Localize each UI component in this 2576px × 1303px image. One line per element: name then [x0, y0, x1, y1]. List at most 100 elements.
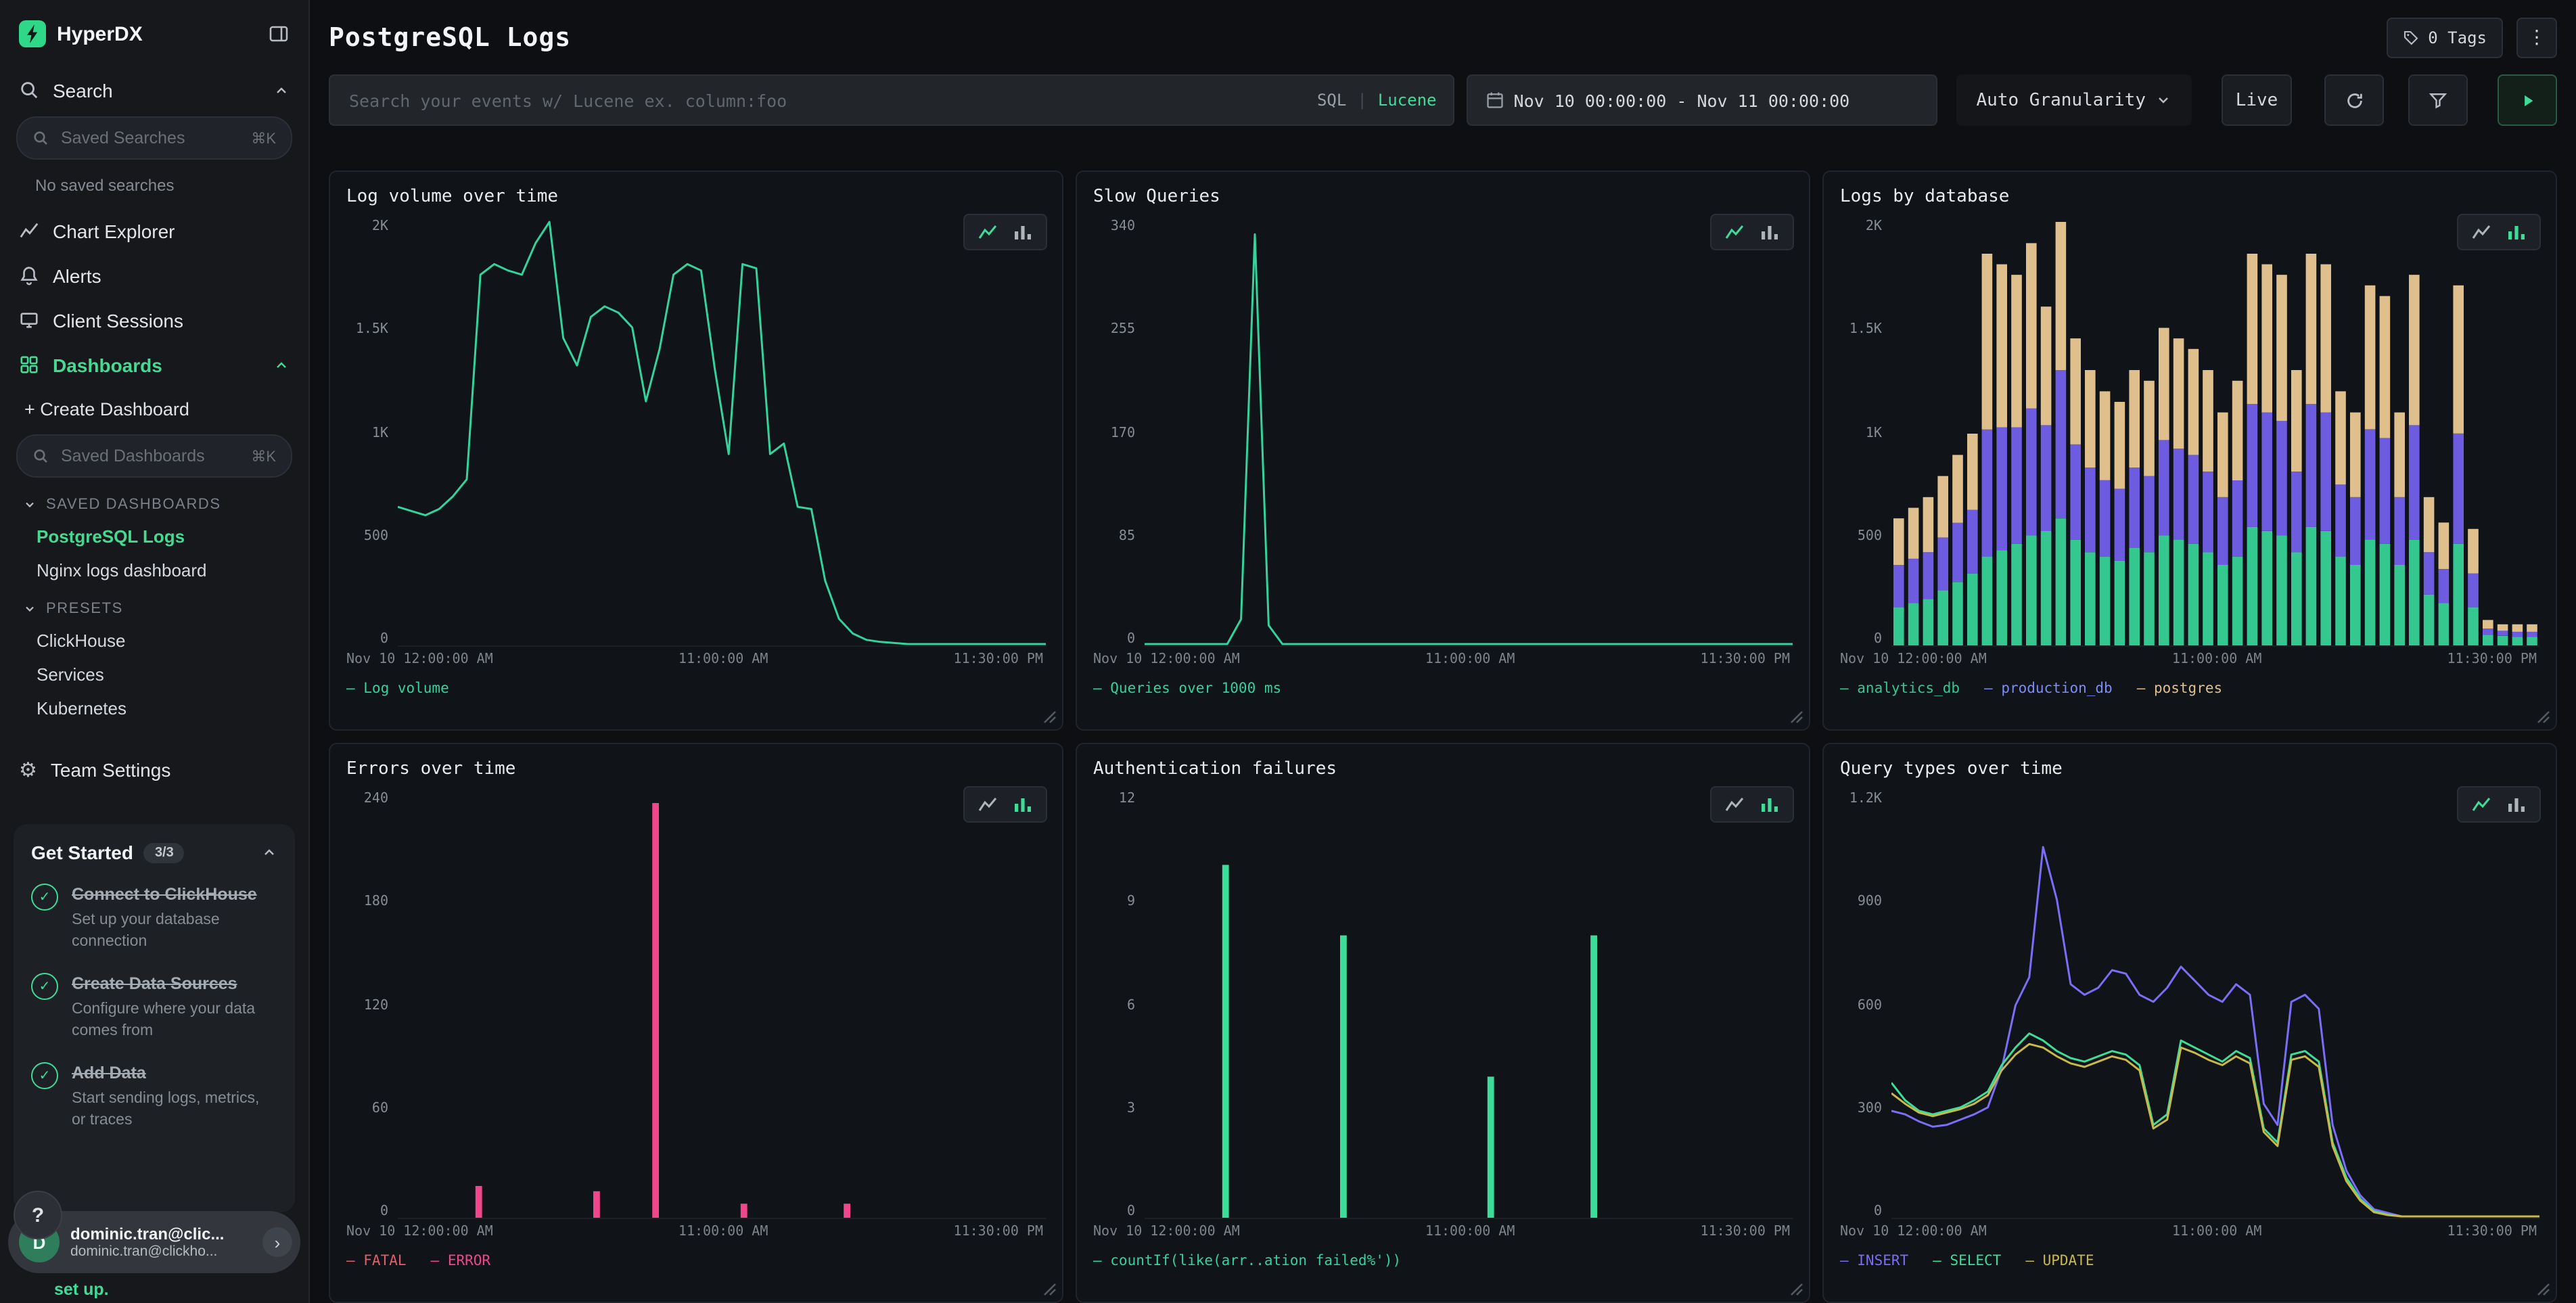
page-title: PostgreSQL Logs — [329, 22, 571, 52]
collapse-sidebar-icon[interactable] — [268, 23, 290, 45]
chart-panel-logs-by-database: Logs by database 2K1.5K1K5000 Nov 10 12:… — [1822, 170, 2557, 731]
bar-chart-icon[interactable] — [1760, 796, 1779, 813]
check-circle-icon: ✓ — [31, 973, 58, 1000]
page: HyperDX Search ⌘K No saved searches — [0, 0, 2576, 1303]
bar-chart-icon[interactable] — [1013, 223, 1032, 241]
saved-dashboards-field[interactable] — [58, 445, 242, 467]
sidebar-item-label: Search — [53, 79, 113, 101]
resize-handle[interactable] — [1042, 1281, 1057, 1296]
chart-legend: — Queries over 1000 ms — [1093, 681, 1793, 697]
chart-plot[interactable] — [1145, 792, 1793, 1219]
sidebar-item-label: Team Settings — [51, 758, 170, 780]
y-tick-label: 1K — [372, 426, 388, 440]
line-chart-icon[interactable] — [2472, 796, 2491, 813]
sidebar-item-chart-explorer[interactable]: Chart Explorer — [0, 208, 308, 253]
preset-item-kubernetes[interactable]: Kubernetes — [0, 691, 308, 725]
chart-plot[interactable] — [1891, 219, 2539, 647]
bar-chart-icon[interactable] — [2507, 796, 2526, 813]
sidebar-item-alerts[interactable]: Alerts — [0, 253, 308, 298]
saved-searches-field[interactable] — [58, 127, 242, 149]
play-icon — [2518, 91, 2536, 109]
line-chart-icon[interactable] — [1725, 796, 1744, 813]
lucene-toggle[interactable]: Lucene — [1378, 91, 1437, 110]
dashboard-item-nginx[interactable]: Nginx logs dashboard — [0, 553, 308, 587]
help-button[interactable]: ? — [14, 1191, 62, 1239]
sidebar-item-client-sessions[interactable]: Client Sessions — [0, 298, 308, 342]
sidebar-item-dashboards[interactable]: Dashboards — [0, 342, 308, 387]
y-tick-label: 170 — [1111, 426, 1135, 440]
sidebar-item-search[interactable]: Search — [0, 68, 308, 112]
refresh-button[interactable] — [2324, 74, 2384, 126]
dashboard-item-postgresql-logs[interactable]: PostgreSQL Logs — [0, 520, 308, 553]
chevron-down-icon — [2155, 92, 2171, 108]
bar-chart-icon[interactable] — [1760, 223, 1779, 241]
granularity-select[interactable]: Auto Granularity — [1956, 74, 2192, 126]
resize-handle[interactable] — [2535, 709, 2550, 724]
presets-section[interactable]: PRESETS — [0, 587, 308, 624]
get-started-item-title: Add Data — [72, 1064, 146, 1082]
x-tick-label: Nov 10 12:00:00 AM — [1093, 1225, 1240, 1239]
kebab-menu-button[interactable]: ⋮ — [2516, 17, 2557, 58]
line-chart-icon[interactable] — [978, 223, 997, 241]
tags-button-label: 0 Tags — [2428, 28, 2487, 47]
create-dashboard-button[interactable]: + Create Dashboard — [0, 387, 308, 430]
hyperdx-logo-icon — [19, 20, 46, 47]
user-email-primary: dominic.tran@clic... — [70, 1225, 252, 1243]
search-icon — [19, 80, 39, 100]
saved-dashboards-input[interactable]: ⌘K — [16, 434, 292, 478]
filter-button[interactable] — [2408, 74, 2468, 126]
resize-handle[interactable] — [2535, 1281, 2550, 1296]
y-tick-label: 1.5K — [1849, 323, 1882, 338]
date-range-picker[interactable]: Nov 10 00:00:00 - Nov 11 00:00:00 — [1467, 74, 1937, 126]
resize-handle[interactable] — [1789, 1281, 1803, 1296]
tags-button[interactable]: 0 Tags — [2386, 17, 2503, 58]
sidebar-item-label: Dashboards — [53, 354, 162, 375]
get-started-item[interactable]: ✓ Create Data Sources Configure where yo… — [31, 971, 277, 1042]
y-tick-label: 180 — [364, 895, 388, 910]
x-tick-label: 11:30:00 PM — [2447, 652, 2537, 667]
x-tick-label: 11:30:00 PM — [1701, 652, 1790, 667]
get-started-item[interactable]: ✓ Add Data Start sending logs, metrics, … — [31, 1061, 277, 1131]
preset-item-services[interactable]: Services — [0, 658, 308, 691]
x-tick-label: Nov 10 12:00:00 AM — [1093, 652, 1240, 667]
resize-handle[interactable] — [1789, 709, 1803, 724]
chart-plot[interactable] — [398, 792, 1046, 1219]
chart-toolbar — [963, 214, 1047, 250]
chart-legend: — Log volume — [346, 681, 1046, 697]
get-started-item[interactable]: ✓ Connect to ClickHouse Set up your data… — [31, 882, 277, 953]
event-search-box[interactable]: SQL | Lucene — [329, 74, 1454, 126]
live-button[interactable]: Live — [2222, 74, 2292, 126]
line-chart-icon[interactable] — [1725, 223, 1744, 241]
saved-dashboards-section[interactable]: SAVED DASHBOARDS — [0, 483, 308, 520]
chart-plot[interactable] — [1891, 792, 2539, 1219]
x-tick-label: 11:00:00 AM — [1425, 1225, 1515, 1239]
saved-searches-input[interactable]: ⌘K — [16, 116, 292, 160]
chart-toolbar — [963, 786, 1047, 823]
chart-title: Slow Queries — [1093, 187, 1793, 207]
chart-plot[interactable] — [1145, 219, 1793, 647]
y-tick-label: 1.5K — [356, 323, 388, 338]
user-email-secondary: dominic.tran@clickho... — [70, 1243, 252, 1260]
calendar-icon — [1486, 91, 1504, 110]
line-chart-icon[interactable] — [978, 796, 997, 813]
main-content: PostgreSQL Logs 0 Tags ⋮ SQL | Lucene — [310, 0, 2576, 1303]
chart-plot[interactable] — [398, 219, 1046, 647]
x-tick-label: Nov 10 12:00:00 AM — [1840, 652, 1987, 667]
set-up-link[interactable]: set up. — [54, 1280, 109, 1299]
bar-chart-icon[interactable] — [1013, 796, 1032, 813]
y-tick-label: 1.2K — [1849, 792, 1882, 806]
chevron-up-icon[interactable] — [261, 844, 277, 861]
x-tick-label: 11:00:00 AM — [2172, 652, 2261, 667]
event-search-input[interactable] — [346, 89, 1304, 112]
y-tick-label: 0 — [380, 632, 388, 647]
preset-item-clickhouse[interactable]: ClickHouse — [0, 624, 308, 658]
controls-bar: SQL | Lucene Nov 10 00:00:00 - Nov 11 00… — [329, 74, 2557, 126]
run-query-button[interactable] — [2498, 74, 2557, 126]
sidebar-item-team-settings[interactable]: ⚙ Team Settings — [0, 747, 308, 792]
chart-title: Logs by database — [1840, 187, 2539, 207]
bar-chart-icon[interactable] — [2507, 223, 2526, 241]
chart-panel-auth-failures: Authentication failures 129630 Nov 10 12… — [1076, 743, 1810, 1303]
resize-handle[interactable] — [1042, 709, 1057, 724]
line-chart-icon[interactable] — [2472, 223, 2491, 241]
sql-toggle[interactable]: SQL — [1317, 91, 1346, 110]
